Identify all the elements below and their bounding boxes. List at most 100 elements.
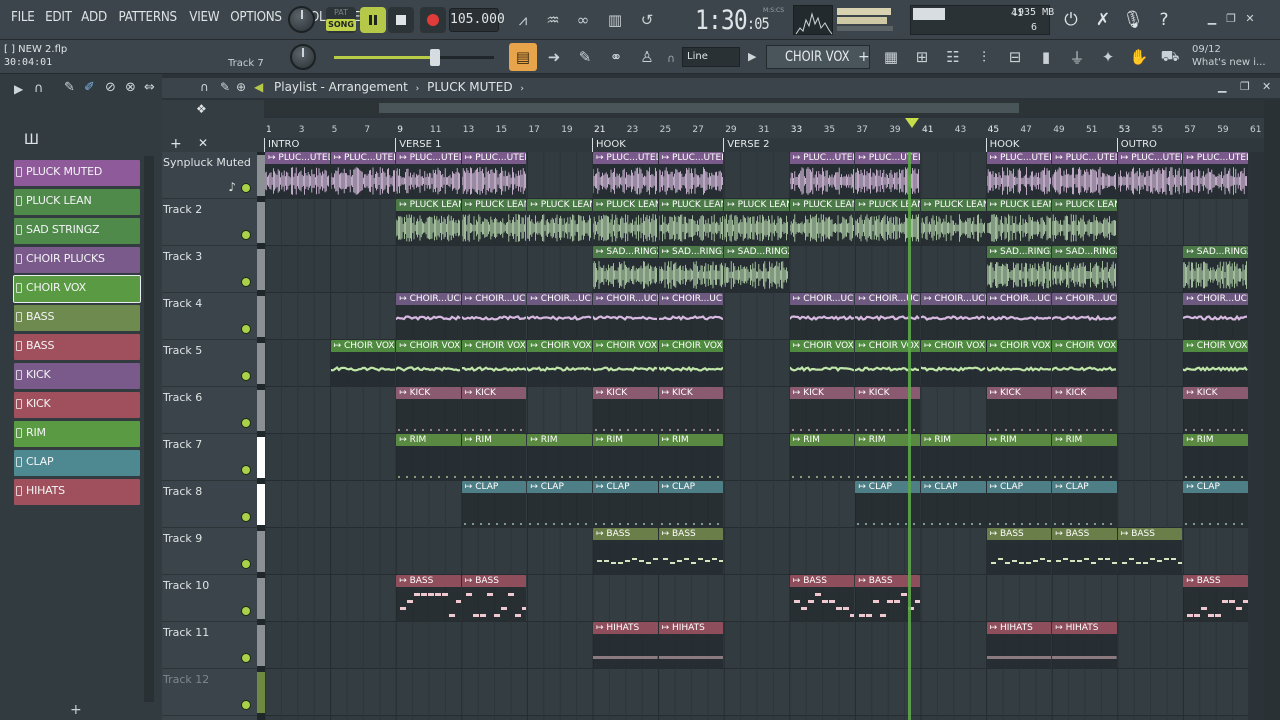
draw-button[interactable]: ✎ — [571, 43, 599, 71]
playlist-clip[interactable]: ↦ KICK — [1183, 387, 1248, 433]
playhead-marker[interactable] — [905, 118, 919, 128]
playlist-clip[interactable]: ↦ PLUCK LEAN — [658, 199, 724, 245]
playlist-clip[interactable]: ↦ CHOIR VOX — [461, 340, 527, 386]
playlist-clip[interactable]: ↦ BASS — [658, 528, 724, 574]
playlist-clip[interactable]: ↦ PLUCK LEAN — [396, 199, 461, 245]
pencil-icon[interactable]: ✎ — [220, 80, 230, 94]
playlist-clip[interactable]: ↦ SAD...RINGZ — [593, 246, 658, 292]
menu-patterns[interactable]: PATTERNS — [115, 10, 181, 25]
playlist-clip[interactable]: ↦ SAD...RINGZ — [1052, 246, 1117, 292]
playlist-clip[interactable]: ↦ RIM — [527, 434, 592, 480]
channel-button[interactable]: CHOIR PLUCKS — [14, 247, 140, 273]
shop-button[interactable]: ⛟ — [1156, 43, 1184, 71]
channel-select-icon[interactable] — [16, 225, 22, 235]
playlist-clip[interactable]: ↦ CHOIR...UCKS — [1183, 293, 1248, 339]
playlist-clip[interactable]: ↦ PLUC...UTED — [1117, 152, 1183, 198]
section-marker[interactable]: INTRO — [264, 138, 299, 152]
snap-mode-select[interactable]: Line — [682, 47, 740, 67]
arrangement-overview[interactable] — [264, 100, 1264, 116]
channel-button[interactable]: BASS — [14, 305, 140, 331]
close-icon[interactable]: ✕ — [198, 136, 208, 150]
track-mute-led[interactable] — [242, 372, 250, 380]
link-button[interactable]: ⚭ — [602, 43, 630, 71]
section-marker[interactable]: VERSE 1 — [395, 138, 442, 152]
slip-icon[interactable]: ⇔ — [144, 80, 155, 95]
restore-icon[interactable]: ❐ — [1240, 80, 1250, 93]
playlist-clip[interactable]: ↦ CLAP — [527, 481, 592, 527]
pat-song-toggle[interactable]: PAT SONG — [326, 7, 356, 33]
track-color-strip[interactable] — [257, 249, 265, 290]
master-pitch-knob[interactable] — [290, 44, 316, 70]
playlist-clip[interactable]: ↦ CHOIR...UCKS — [396, 293, 461, 339]
track-color-strip[interactable] — [257, 343, 265, 384]
pencil-icon[interactable]: ✎ — [64, 80, 75, 95]
wait-input-button[interactable]: ♒ — [540, 7, 566, 33]
playlist-clip[interactable]: ↦ CHOIR VOX — [789, 340, 855, 386]
paint-icon[interactable]: ✐ — [84, 80, 95, 95]
playlist-clip[interactable]: ↦ BASS — [396, 575, 461, 621]
playlist-clip[interactable]: ↦ BASS — [986, 528, 1052, 574]
delete-icon[interactable]: ⊘ — [105, 80, 116, 95]
channel-scrollbar[interactable] — [144, 156, 154, 702]
playlist-clip[interactable]: ↦ HIHATS — [658, 622, 724, 668]
picker-icon[interactable]: Ш — [24, 132, 39, 148]
playlist-clip[interactable]: ↦ PLUC...UTED — [396, 152, 461, 198]
playlist-clip[interactable]: ↦ KICK — [396, 387, 461, 433]
playlist-clip[interactable]: ↦ SAD...RINGZ — [724, 246, 789, 292]
touch-controller-button[interactable]: ✋ — [1125, 43, 1153, 71]
mic-button[interactable]: 🎙 — [1120, 6, 1146, 34]
track-header[interactable]: Track 6 — [162, 387, 258, 434]
playlist-clip[interactable]: ↦ BASS — [1117, 528, 1183, 574]
magnet-icon[interactable]: ∩ — [200, 80, 209, 94]
track-color-strip[interactable] — [257, 625, 265, 666]
song-position-display[interactable]: 1:30:05 M:S:CS — [695, 2, 784, 38]
playlist-clip[interactable]: ↦ RIM — [461, 434, 527, 480]
playlist-clip[interactable]: ↦ CLAP — [593, 481, 658, 527]
stamp-button[interactable]: ♙ — [633, 43, 661, 71]
current-instrument-selector[interactable]: CHOIR VOX — [766, 45, 870, 69]
playlist-clip[interactable]: ↦ RIM — [658, 434, 724, 480]
channel-select-icon[interactable] — [16, 428, 22, 438]
channel-select-icon[interactable] — [16, 457, 22, 467]
playlist-clip[interactable]: ↦ PLUC...UTED — [593, 152, 658, 198]
playlist-clip[interactable]: ↦ CHOIR...UCKS — [658, 293, 724, 339]
channel-select-icon[interactable] — [16, 370, 22, 380]
step-edit-button[interactable]: ▥ — [602, 7, 628, 33]
playlist-clip[interactable]: ↦ PLUC...UTED — [986, 152, 1052, 198]
metronome-button[interactable]: ⩘ — [510, 7, 536, 33]
playlist-clip[interactable]: ↦ CHOIR...UCKS — [527, 293, 592, 339]
playlist-clip[interactable]: ↦ HIHATS — [593, 622, 658, 668]
track-header[interactable]: Track 11 — [162, 622, 258, 669]
playlist-clip[interactable]: ↦ KICK — [593, 387, 658, 433]
pause-button[interactable] — [360, 7, 386, 33]
playlist-clip[interactable]: ↦ KICK — [789, 387, 855, 433]
menu-file[interactable]: FILE — [7, 10, 38, 25]
channel-button[interactable]: PLUCK MUTED — [14, 160, 140, 186]
menu-view[interactable]: VIEW — [185, 10, 222, 25]
playlist-clip[interactable]: ↦ PLUC...UTED — [330, 152, 396, 198]
playlist-clip[interactable]: ↦ PLUCK LEAN — [461, 199, 527, 245]
play-arrow-icon[interactable]: ◀ — [254, 80, 263, 94]
playlist-clip[interactable]: ↦ BASS — [461, 575, 527, 621]
track-mute-led[interactable] — [242, 184, 250, 192]
playlist-clip[interactable]: ↦ BASS — [593, 528, 658, 574]
playlist-clip[interactable]: ↦ PLUCK LEAN — [527, 199, 592, 245]
close-icon[interactable]: ✕ — [1262, 80, 1271, 93]
playlist-clip[interactable]: ↦ CHOIR VOX — [658, 340, 724, 386]
playlist-clip[interactable]: ↦ SAD...RINGZ — [986, 246, 1052, 292]
channel-select-icon[interactable] — [16, 254, 22, 264]
restore-button[interactable]: ❐ — [1223, 10, 1239, 26]
playlist-clip[interactable]: ↦ CLAP — [1183, 481, 1248, 527]
track-header[interactable]: Track 3 — [162, 246, 258, 293]
tempo-icon[interactable]: ❖ — [196, 102, 207, 116]
track-mute-led[interactable] — [242, 654, 250, 662]
add-track-icon[interactable]: + — [170, 136, 182, 152]
master-volume-slider[interactable] — [334, 49, 494, 66]
channel-select-icon[interactable] — [16, 196, 22, 206]
menu-add[interactable]: ADD — [78, 10, 111, 25]
plugin-button[interactable]: ⏚ — [1063, 43, 1091, 71]
chevron-right-icon[interactable]: ▶ — [14, 82, 23, 96]
minimize-button[interactable]: ▁ — [1204, 10, 1220, 26]
piano-roll-button[interactable]: ⊞ — [908, 43, 936, 71]
section-marker[interactable]: OUTRO — [1116, 138, 1157, 152]
